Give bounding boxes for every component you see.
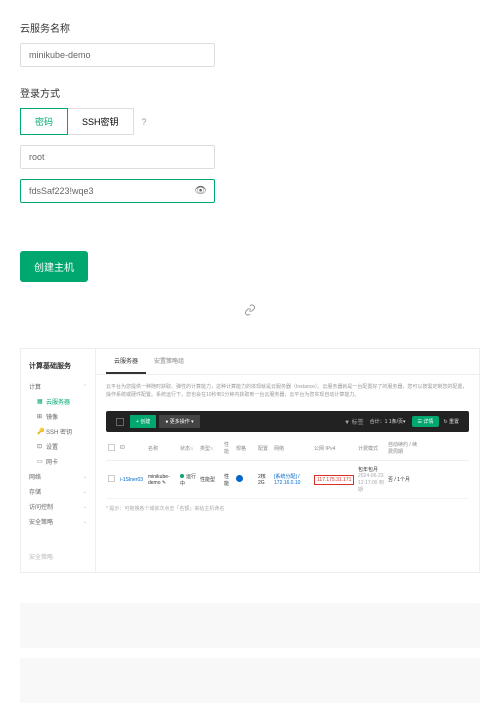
tab-servers[interactable]: 云服务器 <box>106 349 146 374</box>
service-name-input[interactable] <box>20 43 215 67</box>
sidebar-title: 计算基础服务 <box>27 357 89 379</box>
col-model[interactable]: 规格 <box>234 445 256 452</box>
sidebar-footer: 安全策略 <box>27 549 89 564</box>
sidebar-group-network[interactable]: 网络⌄ <box>27 469 89 484</box>
row-type: 性能型 <box>198 476 222 483</box>
row-auto: 否 / 1个月 <box>386 476 422 483</box>
chevron-down-icon: ⌃ <box>83 384 87 390</box>
login-method-label: 登录方式 <box>20 85 480 100</box>
console-screenshot: 计算基础服务 计算⌃ ▦云服务器 ⊞镜像 🔑SSH 密钥 ⊡设置 ▭网卡 网络⌄… <box>20 348 480 573</box>
toolbar: + 创建 ● 更多操作 ▾ ▼ 标签 合计：1 1条/页▾ ☰ 详情 ↻ 重置 <box>106 411 469 432</box>
eye-icon[interactable]: 👁 <box>194 186 207 197</box>
table-row[interactable]: i-1SIner03 minikube-demo ✎ 运行中 性能型 性能 2核… <box>106 461 469 499</box>
sidebar-item-images[interactable]: ⊞镜像 <box>27 409 89 424</box>
placeholder-block <box>20 603 480 648</box>
count-text: 合计：1 1条/页▾ <box>370 418 406 425</box>
header-checkbox[interactable] <box>108 444 115 451</box>
col-network[interactable]: 网络 <box>272 445 312 452</box>
gear-icon: ⊡ <box>37 443 43 450</box>
nic-icon: ▭ <box>37 458 43 465</box>
col-id[interactable]: ID <box>118 445 146 451</box>
key-icon: 🔑 <box>37 428 43 435</box>
detail-button[interactable]: ☰ 详情 <box>412 416 440 427</box>
tab-password[interactable]: 密码 <box>20 108 68 135</box>
config-icon <box>236 475 243 482</box>
col-name[interactable]: 名称 <box>146 445 178 452</box>
col-auto[interactable]: 自动续约 / 续费周期 <box>386 441 422 455</box>
server-icon: ▦ <box>37 398 43 405</box>
col-billing[interactable]: 计费模式 <box>356 445 386 452</box>
sidebar-group-access[interactable]: 访问控制⌄ <box>27 499 89 514</box>
row-config-icon[interactable] <box>234 475 256 484</box>
row-public-ip[interactable]: 117.175.31.171 <box>312 475 356 485</box>
filter-icon[interactable]: ▼ 标签 <box>344 417 364 426</box>
status-dot-icon <box>180 474 184 478</box>
create-host-button[interactable]: 创建主机 <box>20 251 88 282</box>
toolbar-more-button[interactable]: ● 更多操作 ▾ <box>159 415 199 428</box>
sidebar-group-security[interactable]: 安全策略⌄ <box>27 514 89 529</box>
username-input[interactable] <box>20 145 215 169</box>
sidebar-item-ssh[interactable]: 🔑SSH 密钥 <box>27 424 89 439</box>
row-status: 运行中 <box>178 473 198 487</box>
chevron-down-icon: ⌄ <box>83 474 87 480</box>
chevron-down-icon: ⌄ <box>83 489 87 495</box>
edit-icon[interactable]: ✎ <box>162 480 166 486</box>
chevron-down-icon: ⌄ <box>83 504 87 510</box>
row-model: 性能 <box>222 473 234 487</box>
row-network[interactable]: [系统分配] / 172.16.0.10 <box>272 473 312 486</box>
row-id[interactable]: i-1SIner03 <box>118 477 146 483</box>
table-note: * 提示：可拖拽各个域依次点击「名额」来给主机命名 <box>96 499 479 518</box>
sidebar-group-compute[interactable]: 计算⌃ <box>27 379 89 394</box>
col-type[interactable]: 类型⇅ <box>198 445 222 452</box>
image-icon: ⊞ <box>37 413 43 420</box>
row-name: minikube-demo ✎ <box>146 474 178 486</box>
col-ip[interactable]: 公网 IPv4 <box>312 445 356 452</box>
col-config[interactable]: 配置 <box>256 445 272 452</box>
service-name-label: 云服务名称 <box>20 20 480 35</box>
toolbar-create-button[interactable]: + 创建 <box>130 415 156 428</box>
select-all-checkbox[interactable] <box>116 418 124 426</box>
chevron-down-icon: ⌄ <box>83 519 87 525</box>
sidebar-item-servers[interactable]: ▦云服务器 <box>27 394 89 409</box>
password-input[interactable] <box>20 179 215 203</box>
description-text: 云平台为您提供一种随时获取、弹性的计算能力，这种计算能力的体现就是云服务器（In… <box>96 375 479 407</box>
col-status[interactable]: 状态⇅ <box>178 445 198 452</box>
reset-button[interactable]: ↻ 重置 <box>443 418 459 425</box>
row-checkbox[interactable] <box>108 475 115 482</box>
sidebar-item-nic[interactable]: ▭网卡 <box>27 454 89 469</box>
table-header: ID 名称 状态⇅ 类型⇅ 性能 规格 配置 网络 公网 IPv4 计费模式 自… <box>106 436 469 461</box>
tab-placement[interactable]: 安置策略组 <box>146 349 192 374</box>
tab-ssh[interactable]: SSH密钥 <box>68 108 134 135</box>
row-billing: 包年包月2024-06-23 12:17:00 到期 <box>356 466 386 493</box>
row-spec: 2核2G <box>256 473 272 486</box>
sidebar-item-settings[interactable]: ⊡设置 <box>27 439 89 454</box>
col-op[interactable]: 性能 <box>222 441 234 455</box>
sidebar-group-storage[interactable]: 存储⌄ <box>27 484 89 499</box>
help-icon[interactable]: ? <box>142 117 147 127</box>
link-icon <box>0 292 500 348</box>
